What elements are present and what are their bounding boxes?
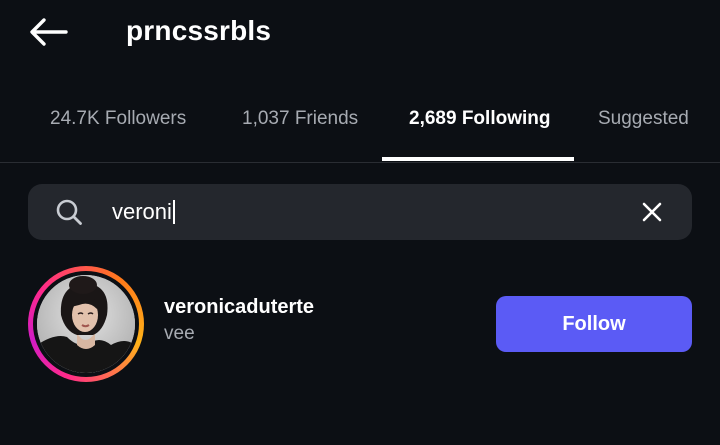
result-nickname: vee <box>164 323 195 344</box>
avatar-image <box>37 275 135 373</box>
following-page: prncssrbls 24.7K Followers 1,037 Friends… <box>0 0 720 445</box>
tab-friends[interactable]: 1,037 Friends <box>242 108 358 130</box>
avatar <box>37 275 135 373</box>
follow-button[interactable]: Follow <box>496 296 692 352</box>
close-icon[interactable] <box>638 198 666 226</box>
search-input-value: veroni <box>112 199 172 224</box>
tab-following[interactable]: 2,689 Following <box>409 108 550 130</box>
avatar-story-ring[interactable] <box>28 266 144 382</box>
back-button[interactable] <box>26 12 70 52</box>
tab-bar: 24.7K Followers 1,037 Friends 2,689 Foll… <box>0 96 720 163</box>
search-icon <box>56 199 82 225</box>
profile-username: prncssrbls <box>126 15 272 46</box>
arrow-left-icon <box>30 18 68 46</box>
text-caret <box>172 200 175 224</box>
tab-suggested[interactable]: Suggested <box>598 108 689 130</box>
list-item[interactable]: veronicaduterte vee Follow <box>0 258 720 388</box>
search-input[interactable]: veroni <box>112 199 175 225</box>
search-bar[interactable]: veroni <box>28 184 692 240</box>
active-tab-indicator <box>382 157 574 161</box>
tab-followers[interactable]: 24.7K Followers <box>50 108 186 130</box>
result-username[interactable]: veronicaduterte <box>164 296 314 319</box>
